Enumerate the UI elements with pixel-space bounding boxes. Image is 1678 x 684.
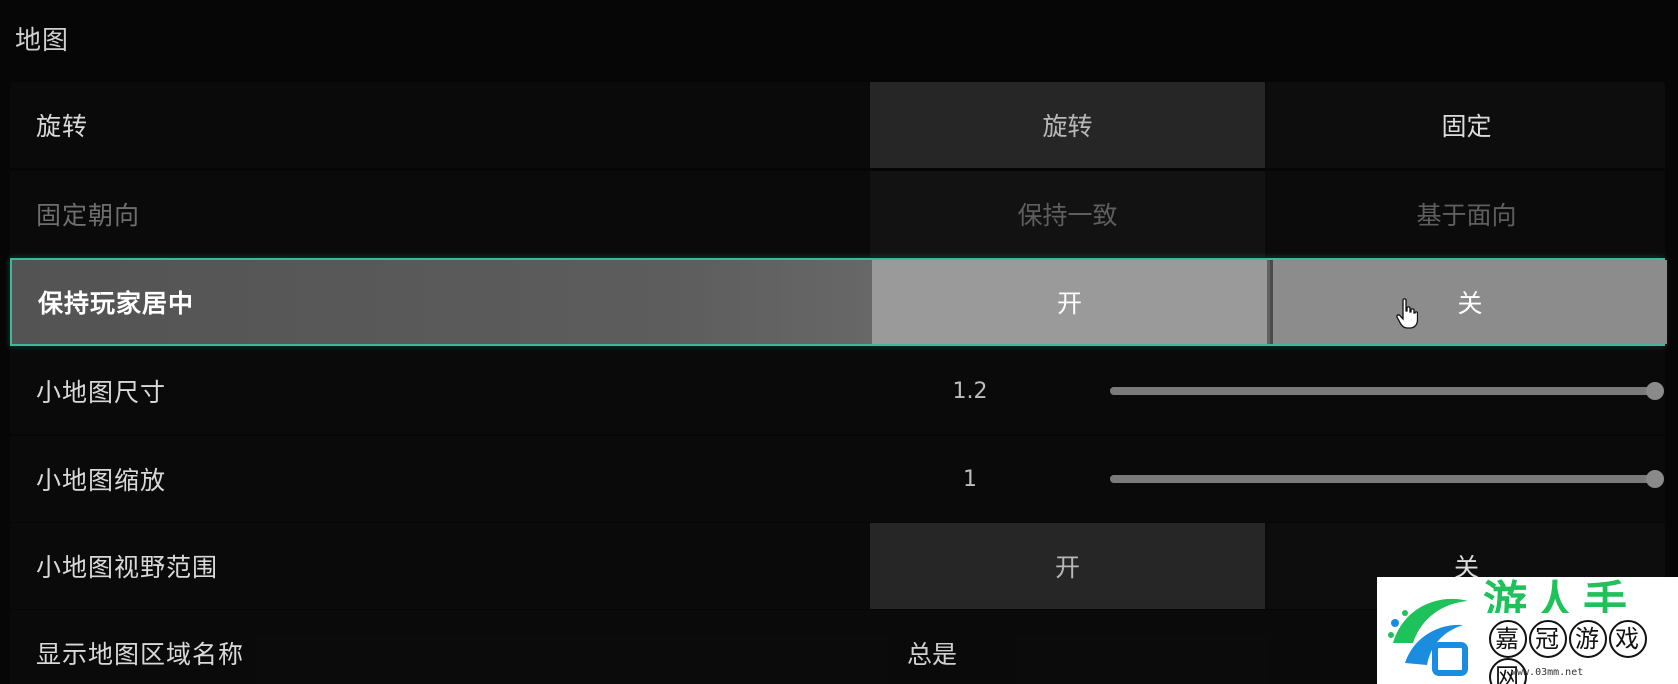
setting-label: 保持玩家居中 — [38, 289, 195, 318]
option-keep-consistent-button: 保持一致 — [870, 171, 1265, 257]
watermark-char: 戏 — [1609, 620, 1647, 658]
setting-row-fixed-orientation: 固定朝向 保持一致 基于面向 — [10, 171, 1665, 257]
watermark-char: 冠 — [1529, 620, 1567, 658]
slider-fill — [1110, 387, 1655, 395]
settings-screen: 地图 旋转 旋转 固定 固定朝向 保持一致 基于面向 保持玩家居中 开 关 小地… — [0, 0, 1678, 684]
area-name-mode-select[interactable]: 总是 — [907, 610, 957, 684]
minimap-zoom-slider[interactable] — [1110, 470, 1664, 488]
watermark-top-text: 游人手游 — [1483, 577, 1633, 613]
site-watermark: 游人手游 嘉冠游戏网 www.03mm.net — [1377, 577, 1678, 684]
setting-row-minimap-zoom[interactable]: 小地图缩放 1 — [10, 436, 1665, 522]
hand-pointer-icon — [1396, 298, 1418, 329]
slider-value: 1 — [963, 466, 977, 492]
setting-row-rotation[interactable]: 旋转 旋转 固定 — [10, 82, 1665, 168]
setting-label: 小地图尺寸 — [36, 378, 167, 407]
option-fixed-button[interactable]: 固定 — [1268, 82, 1665, 168]
option-off-button[interactable]: 关 — [1270, 260, 1667, 344]
setting-label: 显示地图区域名称 — [36, 640, 245, 669]
option-based-on-facing-button: 基于面向 — [1268, 171, 1665, 257]
setting-label: 小地图视野范围 — [36, 553, 219, 582]
slider-value: 1.2 — [952, 378, 988, 404]
section-title: 地图 — [15, 26, 70, 56]
option-on-button[interactable]: 开 — [870, 523, 1265, 609]
watermark-char: 嘉 — [1489, 620, 1527, 658]
option-on-button[interactable]: 开 — [872, 260, 1267, 344]
slider-handle[interactable] — [1646, 382, 1664, 400]
watermark-char: 游 — [1569, 620, 1607, 658]
watermark-url: www.03mm.net — [1511, 667, 1584, 678]
setting-label: 旋转 — [36, 112, 89, 141]
setting-label: 固定朝向 — [36, 201, 141, 230]
setting-row-minimap-size[interactable]: 小地图尺寸 1.2 — [10, 348, 1665, 434]
slider-fill — [1110, 475, 1655, 483]
setting-label: 小地图缩放 — [36, 466, 167, 495]
option-rotate-button[interactable]: 旋转 — [870, 82, 1265, 168]
minimap-size-slider[interactable] — [1110, 382, 1664, 400]
slider-handle[interactable] — [1646, 470, 1664, 488]
swirl-logo-icon — [1388, 598, 1468, 676]
